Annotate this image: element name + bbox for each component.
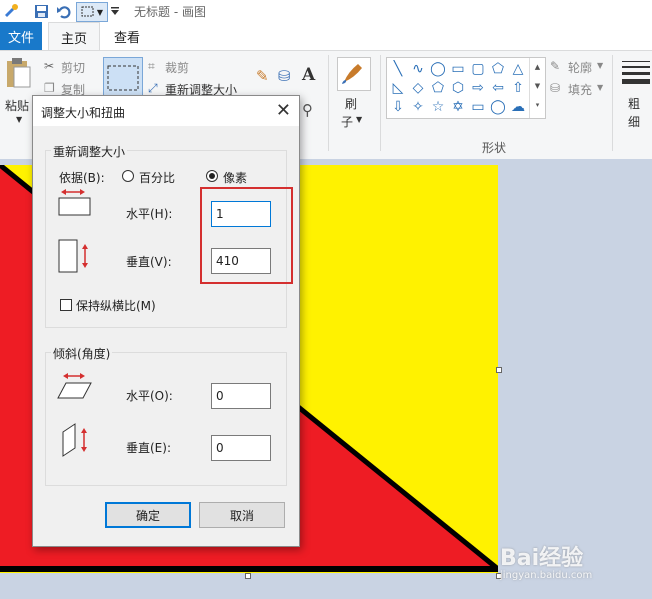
watermark-url: jingyan.baidu.com	[500, 570, 593, 581]
fill-bucket-icon[interactable]: ⛁	[278, 67, 291, 85]
chevron-down-icon: ▼	[96, 7, 104, 17]
line-shape-icon[interactable]: ╲	[389, 60, 407, 78]
vertical-resize-icon	[57, 238, 93, 274]
tab-file[interactable]: 文件	[0, 22, 42, 50]
fill-button[interactable]: 填充	[568, 81, 592, 98]
watermark-logo: Bai经验	[500, 546, 584, 571]
polygon-shape-icon[interactable]: ⬠	[489, 60, 507, 78]
cancel-button[interactable]: 取消	[199, 502, 285, 528]
line-size-icon[interactable]	[622, 61, 650, 84]
rounded-rect-shape-icon[interactable]: ▢	[469, 60, 487, 78]
scissors-icon[interactable]: ✂	[44, 59, 54, 73]
right-triangle-shape-icon[interactable]: ◺	[389, 79, 407, 97]
skew-vertical-input[interactable]: 0	[211, 435, 271, 461]
text-tool-icon[interactable]: A	[302, 65, 315, 85]
chevron-down-icon[interactable]: ▼	[597, 83, 603, 92]
tab-view[interactable]: 查看	[104, 22, 150, 50]
ribbon-separator	[612, 55, 613, 151]
crop-button[interactable]: 裁剪	[165, 59, 189, 76]
by-label: 依据(B):	[59, 171, 105, 185]
select-dropdown[interactable]: ▼	[76, 2, 108, 22]
save-icon[interactable]	[30, 2, 52, 20]
resize-handle-right[interactable]	[496, 367, 502, 373]
five-point-star-shape-icon[interactable]: ☆	[429, 98, 447, 116]
ribbon-separator	[328, 55, 329, 151]
resize-skew-dialog: 调整大小和扭曲 ✕ 重新调整大小 依据(B): 百分比 像素 水平(H): 1 …	[32, 95, 300, 547]
horizontal-skew-icon	[57, 372, 93, 402]
oval-shape-icon[interactable]: ◯	[429, 60, 447, 78]
left-arrow-shape-icon[interactable]: ⇦	[489, 79, 507, 97]
skew-horizontal-label: 水平(O):	[126, 389, 173, 403]
chevron-down-icon[interactable]: ▼	[597, 61, 603, 70]
pixels-label[interactable]: 像素	[223, 169, 247, 186]
dialog-title-bar: 调整大小和扭曲 ✕	[33, 96, 299, 126]
crop-icon[interactable]: ⌗	[148, 59, 155, 74]
vertical-label: 垂直(V):	[126, 255, 172, 269]
callout-cloud-shape-icon[interactable]: ☁	[509, 98, 527, 116]
skew-vertical-label: 垂直(E):	[126, 441, 171, 455]
resize-icon[interactable]: ⤢	[148, 81, 158, 96]
dialog-title: 调整大小和扭曲	[41, 106, 126, 120]
size-button[interactable]: 粗	[628, 95, 640, 112]
fill-icon[interactable]: ⛁	[550, 81, 560, 95]
resize-group-title: 重新调整大小	[51, 143, 128, 160]
up-arrow-shape-icon[interactable]: ⇧	[509, 79, 527, 97]
chevron-down-icon[interactable]: ▼	[16, 115, 22, 124]
cut-button[interactable]: 剪切	[61, 59, 85, 76]
percent-label[interactable]: 百分比	[139, 169, 175, 186]
skew-horizontal-input[interactable]: 0	[211, 383, 271, 409]
callout-oval-shape-icon[interactable]: ◯	[489, 98, 507, 116]
percent-radio[interactable]	[122, 170, 134, 182]
hexagon-shape-icon[interactable]: ⬡	[449, 79, 467, 97]
tab-home[interactable]: 主页	[48, 22, 100, 51]
curve-shape-icon[interactable]: ∿	[409, 60, 427, 78]
pencil-icon[interactable]: ✎	[256, 67, 269, 85]
rectangle-shape-icon[interactable]: ▭	[449, 60, 467, 78]
resize-handle-bottom[interactable]	[245, 573, 251, 579]
shapes-scroll[interactable]: ▲ ▼ ▾	[529, 58, 545, 118]
horizontal-resize-icon	[57, 188, 93, 218]
customize-toolbar-icon[interactable]	[108, 2, 122, 20]
close-icon[interactable]: ✕	[276, 100, 291, 121]
brush-button[interactable]: 刷	[345, 95, 357, 112]
pixels-radio[interactable]	[206, 170, 218, 182]
brush-icon[interactable]	[337, 57, 371, 91]
outline-icon[interactable]: ✎	[550, 59, 560, 73]
right-arrow-shape-icon[interactable]: ⇨	[469, 79, 487, 97]
keep-ratio-checkbox[interactable]	[60, 299, 72, 311]
pentagon-shape-icon[interactable]: ⬠	[429, 79, 447, 97]
chevron-down-icon[interactable]: ▼	[356, 115, 362, 124]
size-button-label2[interactable]: 细	[628, 113, 640, 130]
horizontal-label: 水平(H):	[126, 207, 173, 221]
magnifier-icon[interactable]: ⚲	[302, 101, 313, 119]
ribbon-tabs: 文件 主页 查看	[0, 22, 652, 51]
callout-rect-shape-icon[interactable]: ▭	[469, 98, 487, 116]
four-point-star-shape-icon[interactable]: ✧	[409, 98, 427, 116]
paint-app-icon[interactable]	[0, 2, 22, 20]
shapes-gallery[interactable]: ╲ ∿ ◯ ▭ ▢ ⬠ △ ◺ ◇ ⬠ ⬡ ⇨ ⇦ ⇧ ⇩ ✧ ☆ ✡ ▭ ◯ …	[386, 57, 546, 119]
copy-icon[interactable]: ❐	[44, 81, 55, 95]
triangle-shape-icon[interactable]: △	[509, 60, 527, 78]
paste-button[interactable]: 粘贴	[5, 97, 29, 114]
title-bar: ▼ 无标题 - 画图	[0, 0, 652, 23]
six-point-star-shape-icon[interactable]: ✡	[449, 98, 467, 116]
vertical-skew-icon	[61, 422, 97, 458]
skew-group-title: 倾斜(角度)	[51, 345, 113, 362]
brush-button-label2[interactable]: 子	[341, 113, 353, 130]
ok-button[interactable]: 确定	[105, 502, 191, 528]
window-title: 无标题 - 画图	[134, 5, 206, 19]
undo-icon[interactable]	[52, 2, 74, 20]
ribbon-separator	[380, 55, 381, 151]
diamond-shape-icon[interactable]: ◇	[409, 79, 427, 97]
paste-icon[interactable]	[4, 57, 34, 91]
down-arrow-shape-icon[interactable]: ⇩	[389, 98, 407, 116]
outline-button[interactable]: 轮廓	[568, 59, 592, 76]
highlight-box	[200, 187, 293, 284]
shapes-group-label: 形状	[482, 141, 507, 155]
keep-ratio-label[interactable]: 保持纵横比(M)	[76, 297, 156, 314]
